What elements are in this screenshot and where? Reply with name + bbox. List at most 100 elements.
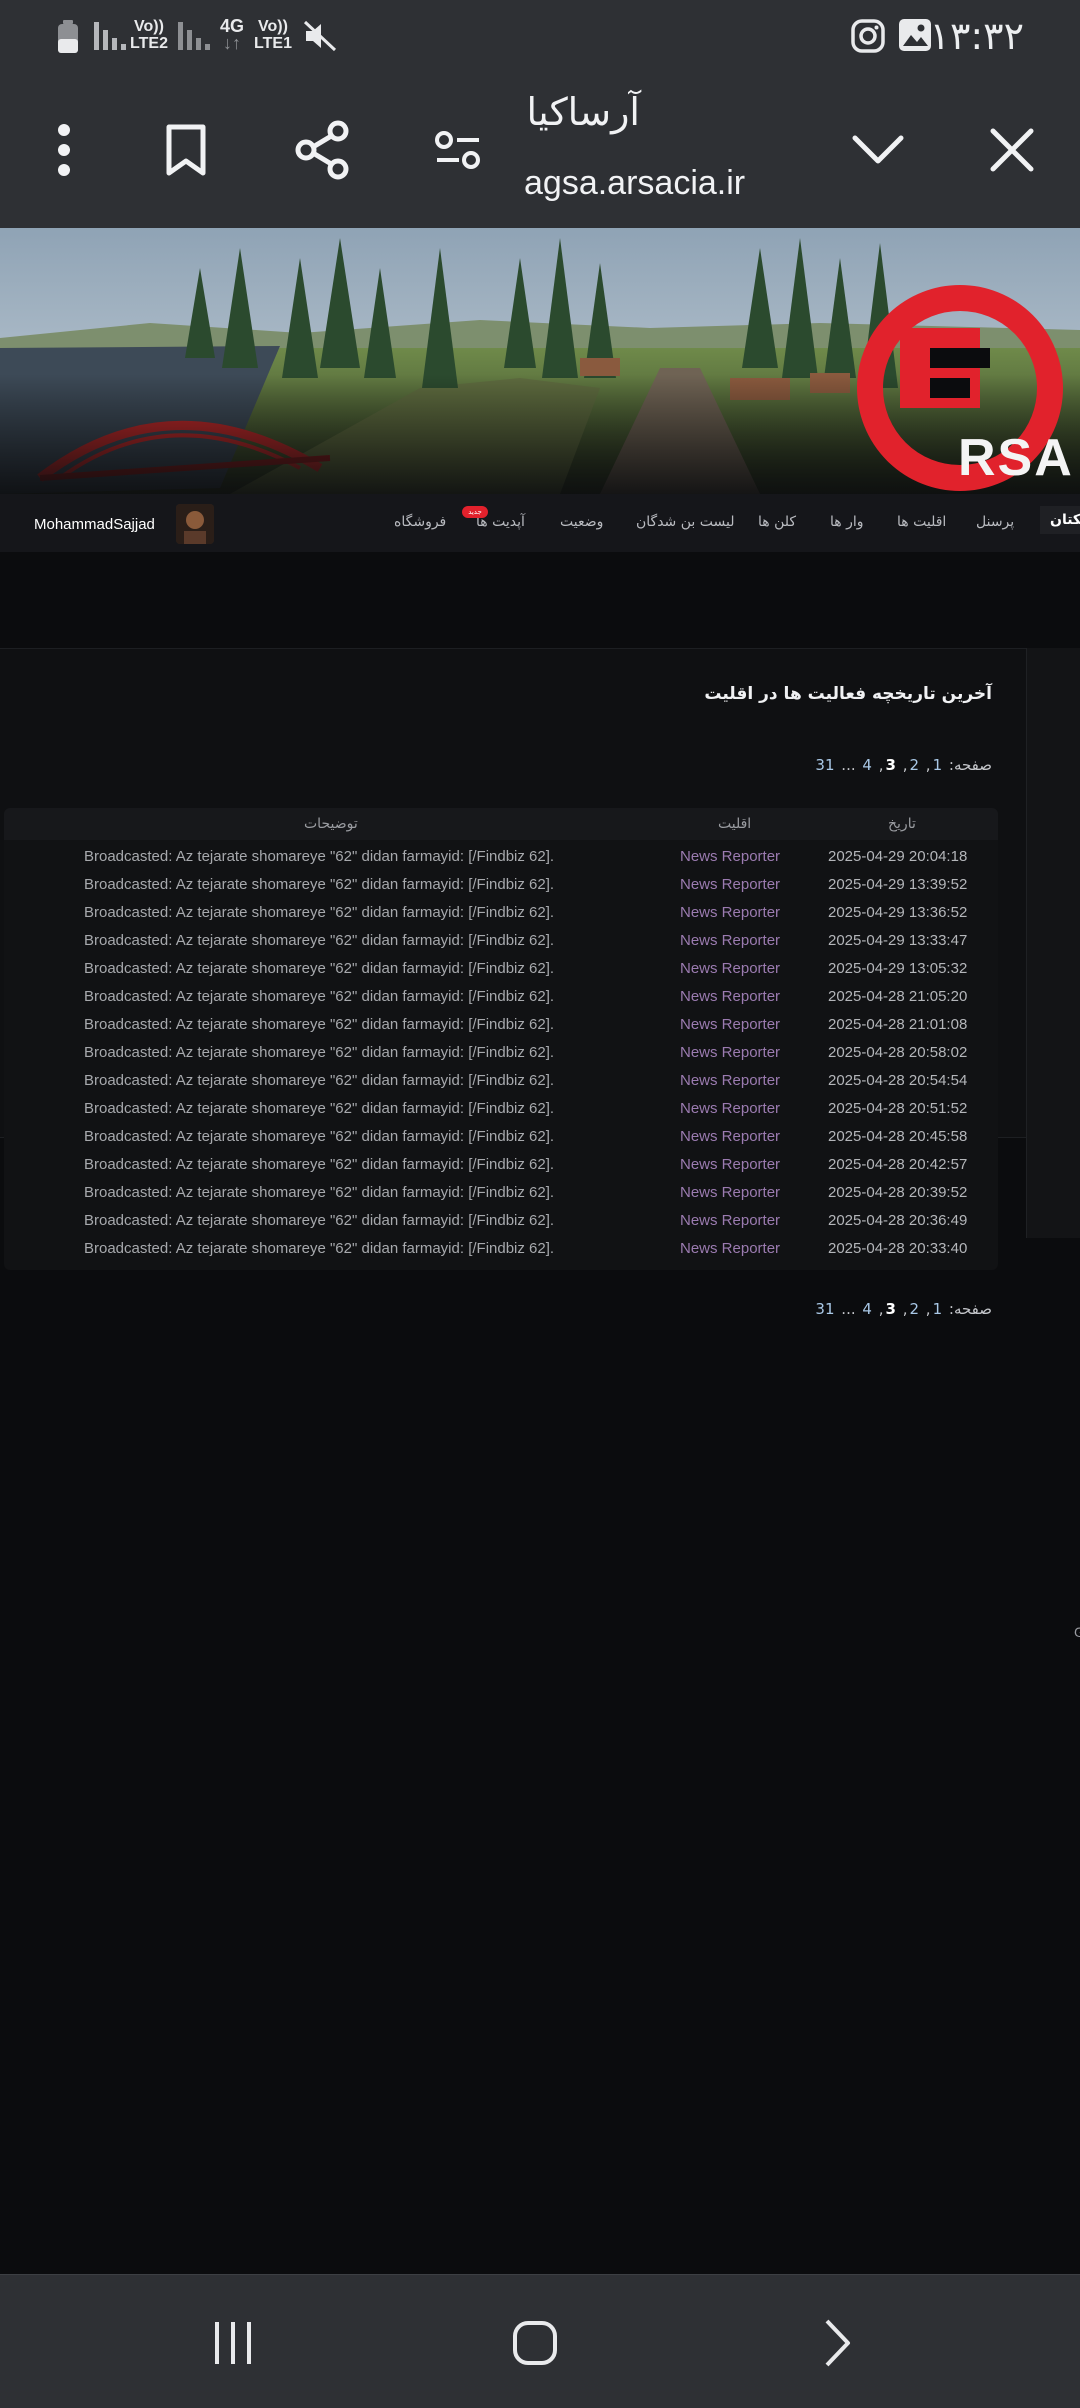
page-link[interactable]: 2 — [909, 1300, 919, 1318]
sim2-volte-label: Vo)) LTE2 — [130, 18, 168, 52]
nav-item-ban-list[interactable]: لیست بن شدگان — [636, 514, 734, 530]
table-row: Broadcasted: Az tejarate shomareye "62" … — [4, 1096, 998, 1124]
cell-description: Broadcasted: Az tejarate shomareye "62" … — [84, 960, 555, 977]
page-link[interactable]: 4 — [862, 1300, 872, 1318]
page-link[interactable]: 31 — [815, 1300, 834, 1318]
cell-description: Broadcasted: Az tejarate shomareye "62" … — [84, 876, 555, 893]
site-navbar: ریکتان پرسنل اقلیت ها وار ها کلن ها لیست… — [0, 494, 1080, 552]
bookmark-button[interactable] — [144, 108, 228, 192]
nav-item-status[interactable]: وضعیت — [560, 514, 603, 530]
page-link[interactable]: 2 — [909, 756, 919, 774]
cell-faction-link[interactable]: News Reporter — [680, 1072, 780, 1089]
page-title: آرساکیا — [526, 90, 640, 134]
recent-apps-button[interactable] — [188, 2303, 278, 2383]
cell-description: Broadcasted: Az tejarate shomareye "62" … — [84, 988, 555, 1005]
cell-date: 2025-04-28 20:36:49 — [828, 1212, 968, 1229]
banner-image — [0, 228, 1080, 494]
system-navigation-bar — [0, 2274, 1080, 2408]
cell-faction-link[interactable]: News Reporter — [680, 1100, 780, 1117]
side-panel — [1026, 648, 1080, 1238]
username[interactable]: MohammadSajjad — [34, 516, 155, 533]
cell-faction-link[interactable]: News Reporter — [680, 1128, 780, 1145]
nav-item-wars[interactable]: وار ها — [830, 514, 864, 530]
pagination-bottom: صفحه: 1, 2, 3, 4 ... 31 — [815, 1300, 992, 1318]
close-button[interactable] — [970, 108, 1054, 192]
home-button[interactable] — [490, 2303, 580, 2383]
page-url[interactable]: agsa.arsacia.ir — [524, 164, 745, 203]
new-badge: جدید — [462, 506, 488, 518]
status-bar: Vo)) LTE2 4G ↓↑ Vo)) LTE1 ۱۳:۳۲ — [0, 0, 1080, 72]
cell-date: 2025-04-28 20:45:58 — [828, 1128, 968, 1145]
cell-faction-link[interactable]: News Reporter — [680, 932, 780, 949]
cell-date: 2025-04-28 20:33:40 — [828, 1240, 968, 1257]
column-header-faction: اقلیت — [718, 816, 752, 832]
expand-button[interactable] — [836, 108, 920, 192]
table-row: Broadcasted: Az tejarate shomareye "62" … — [4, 956, 998, 984]
avatar[interactable] — [176, 504, 214, 544]
cell-faction-link[interactable]: News Reporter — [680, 904, 780, 921]
back-button[interactable] — [792, 2303, 882, 2383]
nav-item-clans[interactable]: کلن ها — [758, 514, 796, 530]
cell-description: Broadcasted: Az tejarate shomareye "62" … — [84, 1184, 555, 1201]
cell-date: 2025-04-29 13:05:32 — [828, 960, 968, 977]
cell-faction-link[interactable]: News Reporter — [680, 1016, 780, 1033]
more-options-button[interactable] — [22, 108, 106, 192]
table-row: Broadcasted: Az tejarate shomareye "62" … — [4, 872, 998, 900]
cell-faction-link[interactable]: News Reporter — [680, 876, 780, 893]
nav-item-0[interactable]: ریکتان — [1040, 506, 1080, 534]
tune-icon — [435, 131, 480, 169]
cell-faction-link[interactable]: News Reporter — [680, 1044, 780, 1061]
cell-faction-link[interactable]: News Reporter — [680, 1212, 780, 1229]
cell-date: 2025-04-28 21:01:08 — [828, 1016, 968, 1033]
cell-date: 2025-04-29 13:33:47 — [828, 932, 968, 949]
cell-faction-link[interactable]: News Reporter — [680, 1240, 780, 1257]
logo-text: RSA — [958, 429, 1074, 487]
table-row: Broadcasted: Az tejarate shomareye "62" … — [4, 844, 998, 872]
cell-faction-link[interactable]: News Reporter — [680, 1156, 780, 1173]
home-icon — [513, 2321, 557, 2365]
table-row: Broadcasted: Az tejarate shomareye "62" … — [4, 1208, 998, 1236]
browser-toolbar: آرساکیا agsa.arsacia.ir — [0, 72, 1080, 228]
page-link[interactable]: 1 — [933, 756, 943, 774]
cell-description: Broadcasted: Az tejarate shomareye "62" … — [84, 1072, 555, 1089]
site-settings-button[interactable] — [416, 108, 500, 192]
sim1-volte-label: Vo)) LTE1 — [254, 18, 292, 52]
chevron-down-icon — [852, 135, 904, 164]
cell-faction-link[interactable]: News Reporter — [680, 960, 780, 977]
share-button[interactable] — [280, 108, 364, 192]
site-banner: RSA — [0, 228, 1080, 494]
table-row: Broadcasted: Az tejarate shomareye "62" … — [4, 1040, 998, 1068]
cell-description: Broadcasted: Az tejarate shomareye "62" … — [84, 904, 555, 921]
table-row: Broadcasted: Az tejarate shomareye "62" … — [4, 1068, 998, 1096]
more-vertical-icon — [58, 124, 70, 176]
close-icon — [990, 128, 1034, 172]
cell-date: 2025-04-29 20:04:18 — [828, 848, 968, 865]
nav-item-shop[interactable]: فروشگاه — [394, 514, 446, 530]
table-row: Broadcasted: Az tejarate shomareye "62" … — [4, 900, 998, 928]
cell-faction-link[interactable]: News Reporter — [680, 988, 780, 1005]
nav-item-personnel[interactable]: پرسنل — [976, 514, 1014, 530]
cell-faction-link[interactable]: News Reporter — [680, 848, 780, 865]
nav-item-factions[interactable]: اقلیت ها — [897, 514, 946, 530]
share-icon — [295, 120, 349, 180]
cell-date: 2025-04-28 20:54:54 — [828, 1072, 968, 1089]
chevron-right-icon — [825, 2319, 850, 2367]
table-row: Broadcasted: Az tejarate shomareye "62" … — [4, 1124, 998, 1152]
page-link[interactable]: 1 — [933, 1300, 943, 1318]
cell-date: 2025-04-29 13:39:52 — [828, 876, 968, 893]
cell-description: Broadcasted: Az tejarate shomareye "62" … — [84, 1128, 555, 1145]
cell-date: 2025-04-28 20:58:02 — [828, 1044, 968, 1061]
mute-icon — [303, 20, 337, 52]
section-title: آخرین تاریخچه فعالیت ها در اقلیت — [704, 684, 992, 704]
page-link[interactable]: 4 — [862, 756, 872, 774]
cell-faction-link[interactable]: News Reporter — [680, 1184, 780, 1201]
table-row: Broadcasted: Az tejarate shomareye "62" … — [4, 1152, 998, 1180]
page-link[interactable]: 31 — [815, 756, 834, 774]
table-header: توضیحات اقلیت تاریخ — [4, 808, 998, 840]
cell-description: Broadcasted: Az tejarate shomareye "62" … — [84, 1212, 555, 1229]
activity-table: توضیحات اقلیت تاریخ Broadcasted: Az teja… — [4, 808, 998, 1270]
battery-icon — [58, 20, 78, 53]
signal-icon — [94, 22, 126, 50]
cell-description: Broadcasted: Az tejarate shomareye "62" … — [84, 1016, 555, 1033]
cell-date: 2025-04-29 13:36:52 — [828, 904, 968, 921]
